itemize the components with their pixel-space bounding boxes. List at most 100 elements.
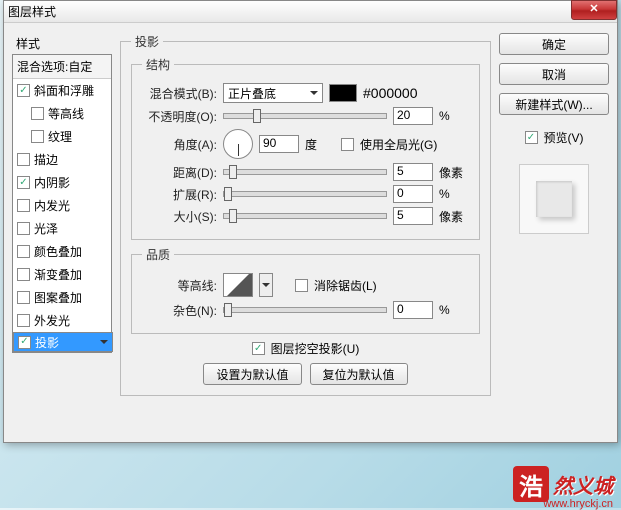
shadow-color-swatch[interactable]: [329, 84, 357, 102]
style-item-6[interactable]: 光泽: [13, 217, 111, 240]
contour-label: 等高线:: [142, 277, 217, 294]
style-label: 外发光: [34, 312, 70, 329]
style-checkbox[interactable]: [31, 130, 44, 143]
style-item-0[interactable]: 斜面和浮雕: [13, 79, 111, 102]
style-item-8[interactable]: 渐变叠加: [13, 263, 111, 286]
opacity-input[interactable]: 20: [393, 107, 433, 125]
layer-style-dialog: 图层样式 ✕ 样式 混合选项:自定 斜面和浮雕等高线纹理描边内阴影内发光光泽颜色…: [3, 0, 618, 443]
style-checkbox[interactable]: [18, 336, 31, 349]
antialias-label: 消除锯齿(L): [314, 277, 377, 294]
blend-mode-label: 混合模式(B):: [142, 85, 217, 102]
style-item-5[interactable]: 内发光: [13, 194, 111, 217]
style-checkbox[interactable]: [17, 153, 30, 166]
angle-dial[interactable]: [223, 129, 253, 159]
style-label: 颜色叠加: [34, 243, 82, 260]
quality-legend: 品质: [142, 246, 174, 263]
main-panel: 投影 结构 混合模式(B): 正片叠底 #000000 不透明度(O): 20 …: [120, 33, 491, 402]
style-item-1[interactable]: 等高线: [13, 102, 111, 125]
style-label: 斜面和浮雕: [34, 82, 94, 99]
preview-label: 预览(V): [544, 129, 584, 146]
dialog-title: 图层样式: [8, 3, 613, 20]
size-label: 大小(S):: [142, 208, 217, 225]
distance-label: 距离(D):: [142, 164, 217, 181]
style-item-7[interactable]: 颜色叠加: [13, 240, 111, 263]
style-checkbox[interactable]: [17, 314, 30, 327]
style-label: 内阴影: [34, 174, 70, 191]
structure-legend: 结构: [142, 56, 174, 73]
global-light-checkbox[interactable]: [341, 138, 354, 151]
effect-legend: 投影: [131, 33, 163, 50]
style-item-10[interactable]: 外发光: [13, 309, 111, 332]
style-checkbox[interactable]: [31, 107, 44, 120]
angle-label: 角度(A):: [142, 136, 217, 153]
quality-fieldset: 品质 等高线: 消除锯齿(L) 杂色(N): 0 %: [131, 246, 480, 334]
effect-fieldset: 投影 结构 混合模式(B): 正片叠底 #000000 不透明度(O): 20 …: [120, 33, 491, 396]
style-item-3[interactable]: 描边: [13, 148, 111, 171]
style-label: 描边: [34, 151, 58, 168]
cancel-button[interactable]: 取消: [499, 63, 609, 85]
spread-label: 扩展(R):: [142, 186, 217, 203]
structure-fieldset: 结构 混合模式(B): 正片叠底 #000000 不透明度(O): 20 %: [131, 56, 480, 240]
style-item-9[interactable]: 图案叠加: [13, 286, 111, 309]
blend-options-header[interactable]: 混合选项:自定: [13, 55, 111, 79]
distance-input[interactable]: 5: [393, 163, 433, 181]
opacity-slider[interactable]: [223, 113, 387, 119]
preview-checkbox[interactable]: [525, 131, 538, 144]
noise-slider[interactable]: [223, 307, 387, 313]
right-column: 确定 取消 新建样式(W)... 预览(V): [499, 33, 609, 402]
distance-unit: 像素: [439, 164, 469, 181]
size-slider[interactable]: [223, 213, 387, 219]
size-input[interactable]: 5: [393, 207, 433, 225]
size-unit: 像素: [439, 208, 469, 225]
style-checkbox[interactable]: [17, 245, 30, 258]
close-button[interactable]: ✕: [571, 0, 617, 20]
style-checkbox[interactable]: [17, 268, 30, 281]
styles-sidebar: 样式 混合选项:自定 斜面和浮雕等高线纹理描边内阴影内发光光泽颜色叠加渐变叠加图…: [12, 33, 112, 402]
opacity-unit: %: [439, 109, 469, 123]
shadow-color-hex: #000000: [363, 85, 418, 101]
knockout-label: 图层挖空投影(U): [271, 340, 360, 357]
spread-slider[interactable]: [223, 191, 387, 197]
new-style-button[interactable]: 新建样式(W)...: [499, 93, 609, 115]
opacity-label: 不透明度(O):: [142, 108, 217, 125]
style-label: 渐变叠加: [34, 266, 82, 283]
watermark-logo: 浩: [513, 466, 549, 502]
watermark: 浩 然义城: [513, 466, 613, 502]
titlebar[interactable]: 图层样式 ✕: [4, 1, 617, 23]
style-checkbox[interactable]: [17, 222, 30, 235]
contour-thumb[interactable]: [223, 273, 253, 297]
ok-button[interactable]: 确定: [499, 33, 609, 55]
make-default-button[interactable]: 设置为默认值: [203, 363, 301, 385]
watermark-text: 然义城: [553, 470, 613, 499]
style-checkbox[interactable]: [17, 291, 30, 304]
global-light-label: 使用全局光(G): [360, 136, 437, 153]
styles-list: 混合选项:自定 斜面和浮雕等高线纹理描边内阴影内发光光泽颜色叠加渐变叠加图案叠加…: [12, 54, 112, 353]
angle-input[interactable]: 90: [259, 135, 299, 153]
blend-mode-select[interactable]: 正片叠底: [223, 83, 323, 103]
noise-label: 杂色(N):: [142, 302, 217, 319]
angle-unit: 度: [305, 136, 335, 153]
noise-unit: %: [439, 303, 469, 317]
style-item-11[interactable]: 投影: [13, 332, 113, 352]
reset-default-button[interactable]: 复位为默认值: [310, 363, 408, 385]
noise-input[interactable]: 0: [393, 301, 433, 319]
style-checkbox[interactable]: [17, 84, 30, 97]
spread-unit: %: [439, 187, 469, 201]
contour-picker-button[interactable]: [259, 273, 273, 297]
style-label: 光泽: [34, 220, 58, 237]
style-item-4[interactable]: 内阴影: [13, 171, 111, 194]
style-label: 内发光: [34, 197, 70, 214]
preview-inner: [536, 181, 572, 217]
spread-input[interactable]: 0: [393, 185, 433, 203]
watermark-url: www.hryckj.cn: [543, 498, 613, 510]
style-checkbox[interactable]: [17, 176, 30, 189]
antialias-checkbox[interactable]: [295, 279, 308, 292]
style-label: 等高线: [48, 105, 84, 122]
style-label: 图案叠加: [34, 289, 82, 306]
style-checkbox[interactable]: [17, 199, 30, 212]
styles-heading: 样式: [12, 33, 112, 54]
style-item-2[interactable]: 纹理: [13, 125, 111, 148]
style-label: 纹理: [48, 128, 72, 145]
distance-slider[interactable]: [223, 169, 387, 175]
knockout-checkbox[interactable]: [252, 342, 265, 355]
